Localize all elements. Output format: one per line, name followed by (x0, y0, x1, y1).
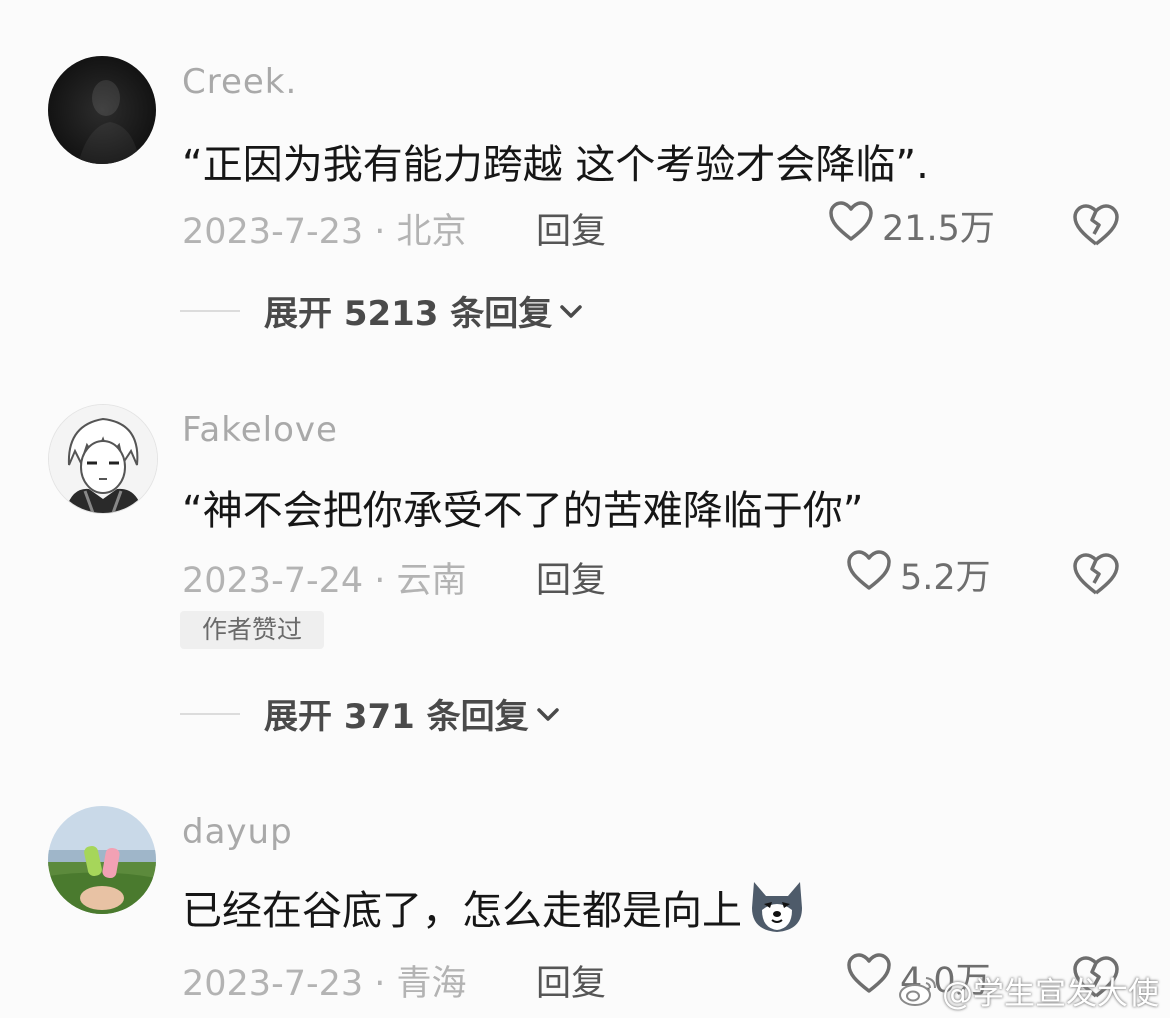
date-location: 2023-7-23 · 北京 (182, 212, 467, 252)
comment-text: 已经在谷底了，怎么走都是向上 (182, 878, 808, 936)
expand-replies-label: 展开 5213 条回复 (264, 294, 553, 334)
username[interactable]: dayup (182, 812, 293, 852)
comment-text-body: 已经在谷底了，怎么走都是向上 (182, 888, 742, 934)
expand-replies-button[interactable]: 展开 5213 条回复 (180, 286, 584, 335)
chevron-down-icon (560, 304, 583, 318)
comment-text: “神不会把你承受不了的苦难降临于你” (182, 488, 864, 534)
comment-text: “正因为我有能力跨越 这个考验才会降临”. (182, 142, 929, 188)
reply-button[interactable]: 回复 (536, 203, 606, 254)
weibo-logo-icon (899, 976, 936, 1006)
expand-replies-button[interactable]: 展开 371 条回复 (180, 689, 561, 738)
watermark-text: @学生宣发大使 (942, 976, 1159, 1012)
like-count: 21.5万 (882, 209, 995, 249)
expand-replies-label: 展开 371 条回复 (264, 697, 529, 737)
heart-icon (846, 549, 892, 600)
reply-button[interactable]: 回复 (536, 955, 606, 1006)
comment-list: Creek. “正因为我有能力跨越 这个考验才会降临”. 2023-7-23 ·… (0, 0, 1170, 1018)
dislike-button[interactable] (1072, 203, 1120, 251)
broken-heart-icon (1073, 553, 1119, 595)
divider (180, 309, 240, 312)
username[interactable]: Creek. (182, 62, 297, 102)
like-button[interactable]: 5.2万 (846, 549, 991, 600)
watermark: @学生宣发大使 (898, 968, 1159, 1013)
avatar[interactable] (48, 56, 156, 164)
like-count: 5.2万 (900, 558, 991, 598)
like-button[interactable]: 21.5万 (828, 200, 995, 251)
avatar[interactable] (48, 806, 156, 914)
username[interactable]: Fakelove (182, 410, 338, 450)
avatar[interactable] (48, 404, 158, 514)
heart-icon (828, 200, 874, 251)
date-location: 2023-7-23 · 青海 (182, 964, 467, 1004)
chevron-down-icon (536, 707, 559, 721)
broken-heart-icon (1073, 204, 1119, 246)
author-liked-badge: 作者赞过 (180, 611, 324, 649)
wolf-face-icon (746, 878, 808, 936)
divider (180, 712, 240, 715)
heart-icon (846, 952, 892, 1003)
reply-button[interactable]: 回复 (536, 552, 606, 603)
dislike-button[interactable] (1072, 552, 1120, 600)
date-location: 2023-7-24 · 云南 (182, 561, 467, 601)
